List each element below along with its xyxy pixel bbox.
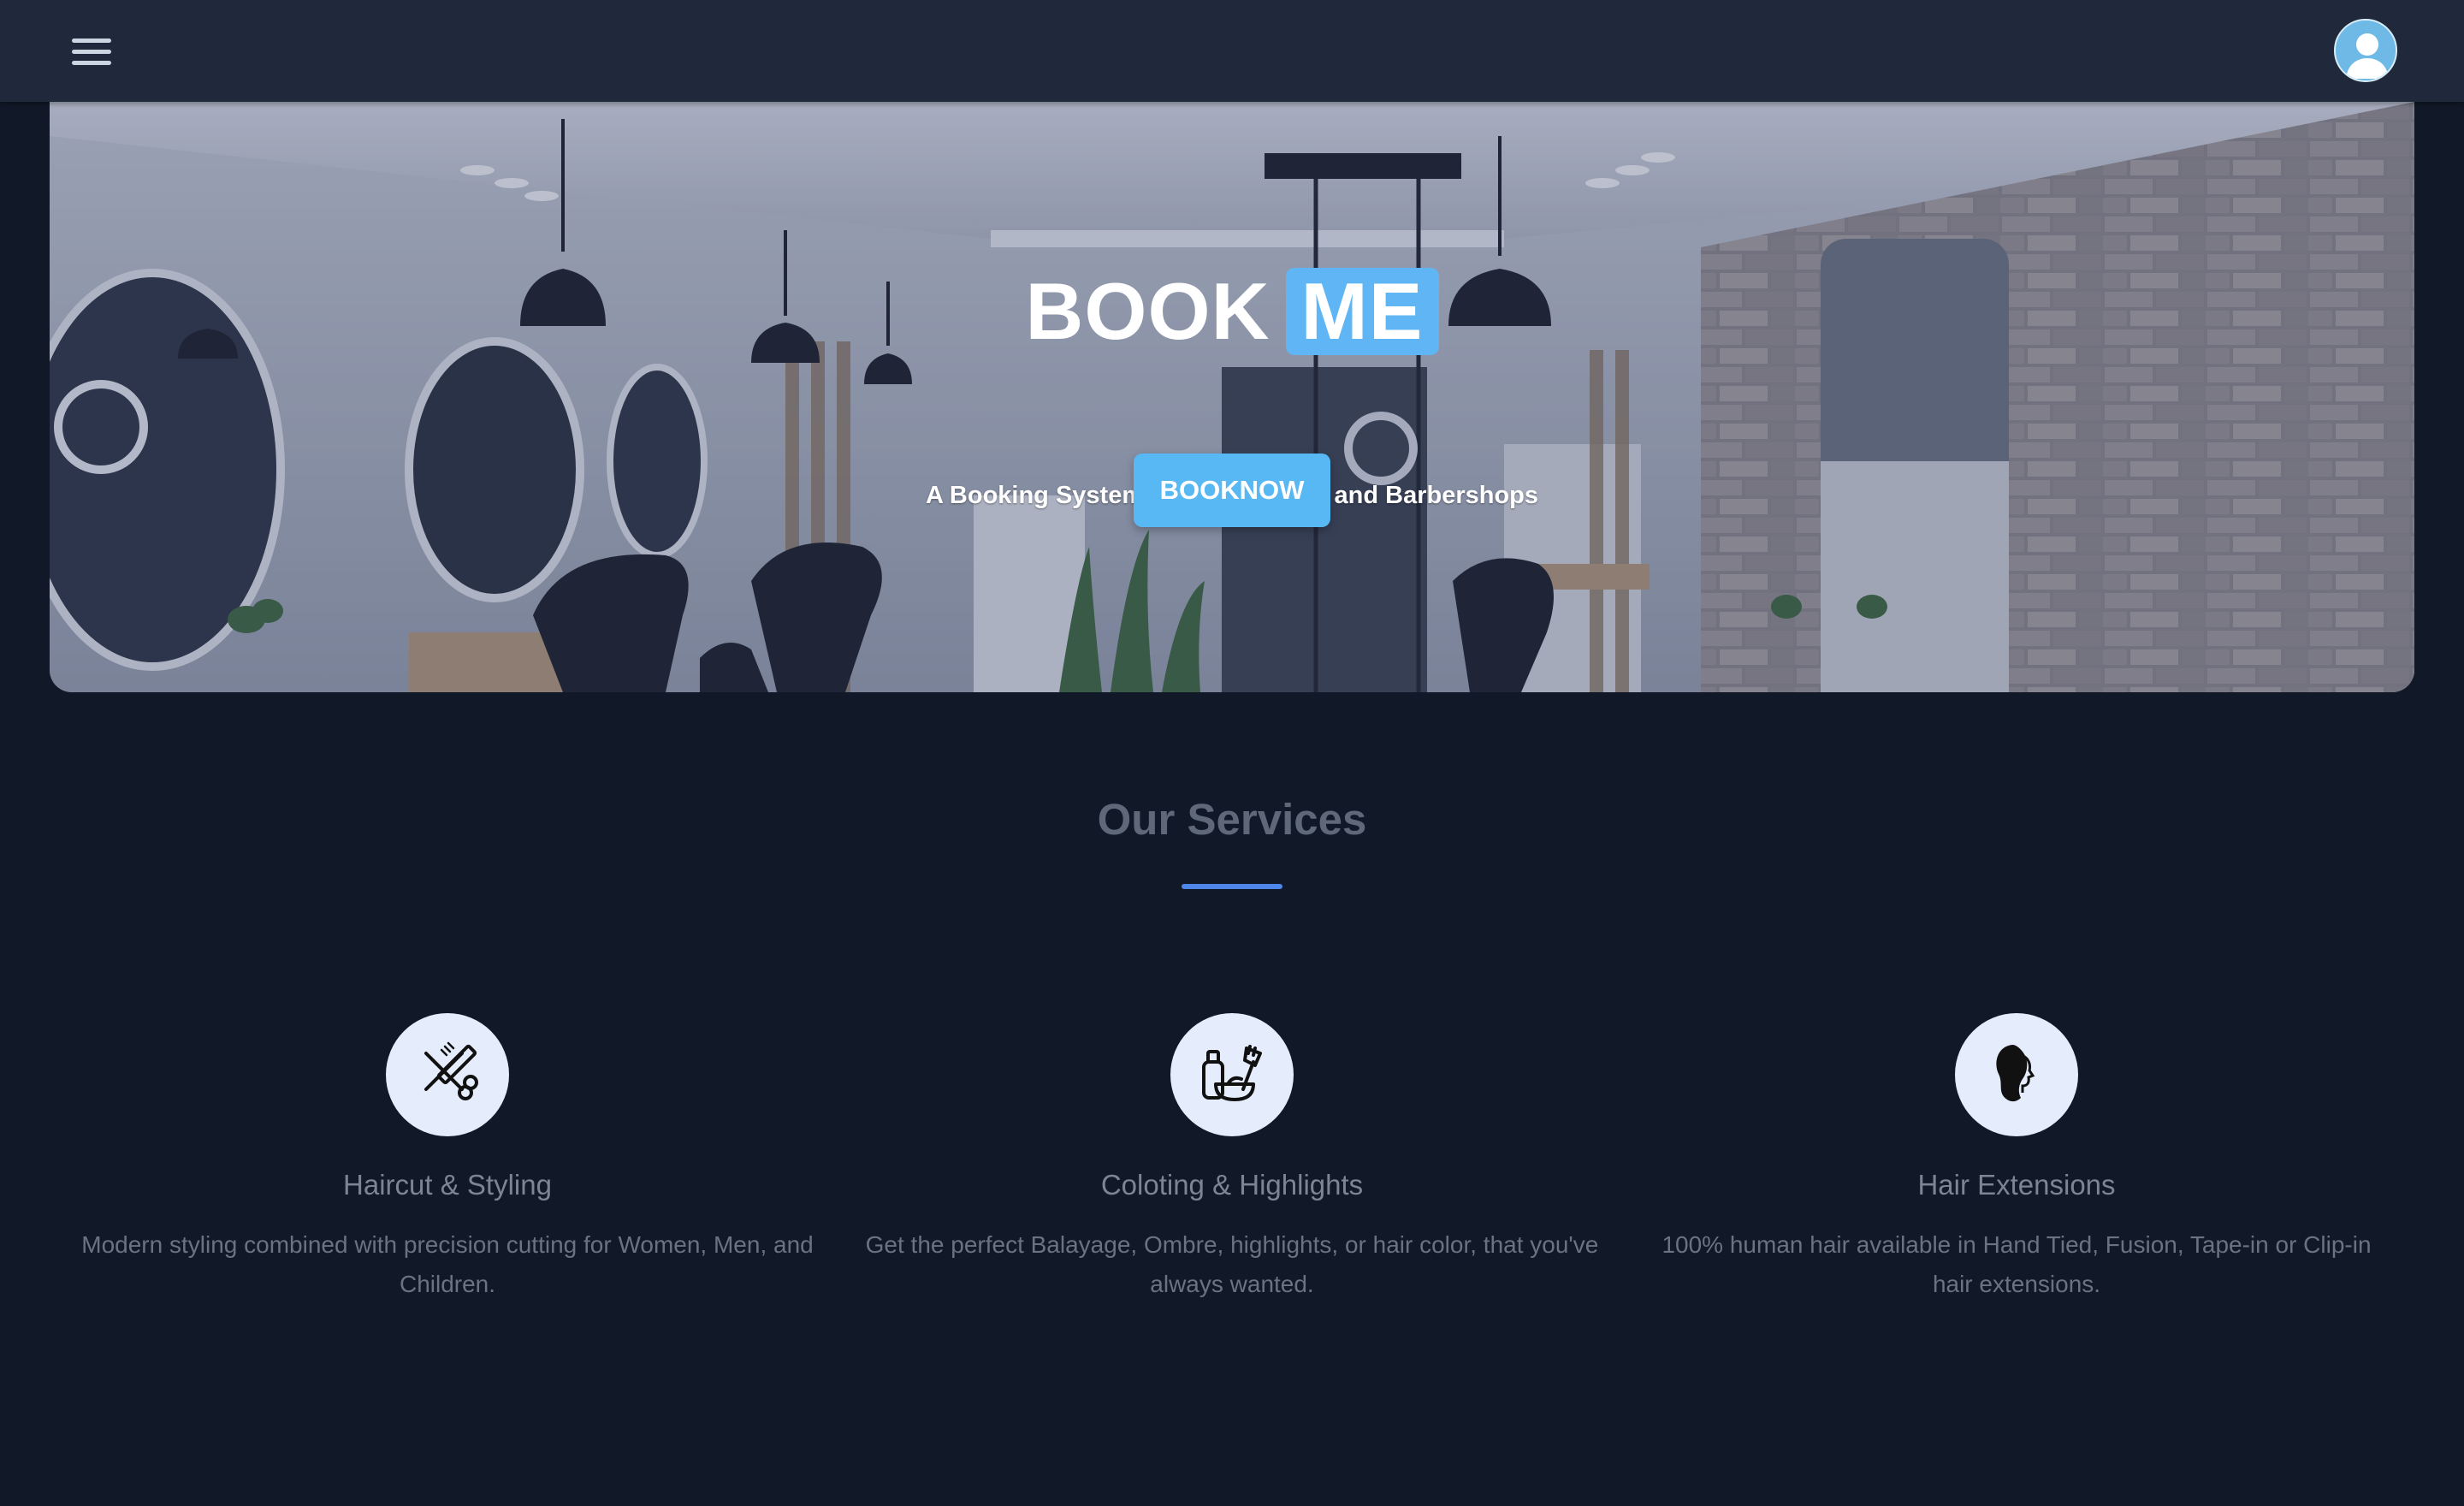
service-name: Haircut & Styling xyxy=(343,1169,552,1201)
woman-hair-profile-icon xyxy=(1955,1013,2078,1136)
hair-dye-bowl-icon xyxy=(1170,1013,1294,1136)
service-card-coloring: Coloting & Highlights Get the perfect Ba… xyxy=(856,1013,1608,1304)
service-description: Modern styling combined with precision c… xyxy=(81,1231,814,1297)
top-navigation-bar xyxy=(0,0,2464,102)
service-card-haircut: Haircut & Styling Modern styling combine… xyxy=(71,1013,824,1304)
brand-logo: BOOK ME xyxy=(50,259,2414,358)
heading-underline xyxy=(1182,884,1282,889)
hero-overlay xyxy=(50,102,2414,692)
service-description: 100% human hair available in Hand Tied, … xyxy=(1661,1231,2372,1297)
hero-banner: BOOKME A Booking System for Hair Salons … xyxy=(50,102,2414,692)
user-avatar-icon[interactable] xyxy=(2334,19,2397,82)
brand-word-me: ME xyxy=(1285,268,1439,356)
service-name: Coloting & Highlights xyxy=(1100,1169,1364,1201)
services-heading: Our Services xyxy=(1097,795,1367,844)
service-description: Get the perfect Balayage, Ombre, highlig… xyxy=(865,1231,1599,1297)
scissors-comb-icon xyxy=(386,1013,509,1136)
brand-word-book: BOOK xyxy=(1025,266,1270,357)
hamburger-menu-icon[interactable] xyxy=(72,33,123,70)
service-card-extensions: Hair Extensions 100% human hair availabl… xyxy=(1640,1013,2393,1304)
book-now-button[interactable]: BOOKNOW xyxy=(1134,454,1330,527)
service-name: Hair Extensions xyxy=(1917,1169,2116,1201)
